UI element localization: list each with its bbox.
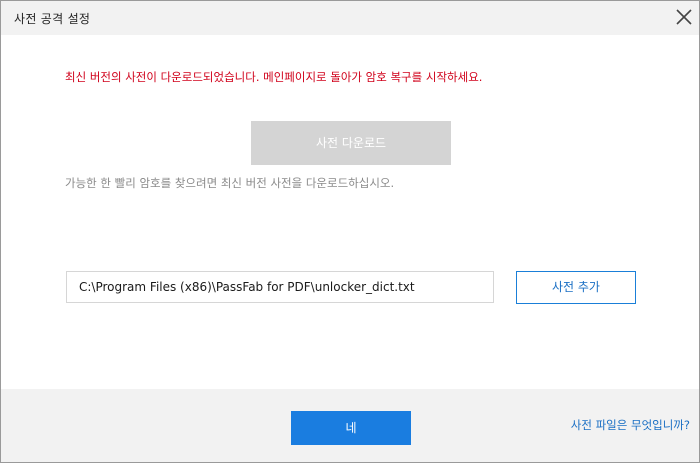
dialog-footer: 네 사전 파일은 무엇입니까?	[1, 389, 699, 462]
download-hint-text: 가능한 한 빨리 암호를 찾으려면 최신 버전 사전을 다운로드하십시오.	[65, 176, 395, 190]
download-dictionary-button[interactable]: 사전 다운로드	[251, 121, 451, 165]
dictionary-path-input[interactable]	[66, 271, 494, 303]
download-complete-notice: 최신 버전의 사전이 다운로드되었습니다. 메인페이지로 돌아가 암호 복구를 …	[65, 70, 483, 84]
add-dictionary-button[interactable]: 사전 추가	[516, 271, 636, 304]
ok-button[interactable]: 네	[291, 411, 411, 445]
dialog-title: 사전 공격 설정	[14, 12, 91, 26]
close-button[interactable]	[669, 3, 699, 33]
what-is-dictionary-link[interactable]: 사전 파일은 무엇입니까?	[571, 417, 690, 433]
close-icon	[669, 3, 699, 33]
title-bar: 사전 공격 설정	[1, 1, 699, 35]
dictionary-attack-dialog: 사전 공격 설정 최신 버전의 사전이 다운로드되었습니다. 메인페이지로 돌아…	[0, 0, 700, 463]
